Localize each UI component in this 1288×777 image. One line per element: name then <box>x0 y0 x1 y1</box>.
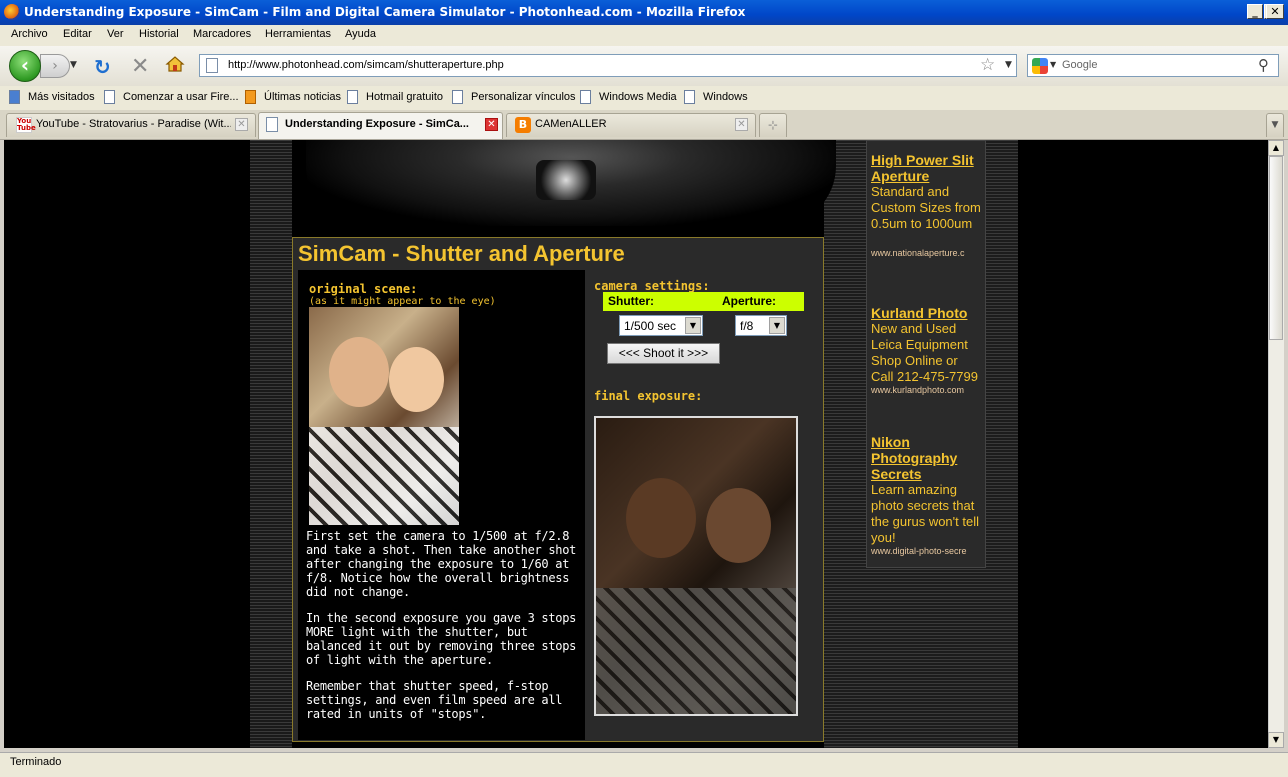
ad-title-link[interactable]: High Power Slit Aperture <box>871 152 983 184</box>
aperture-label: Aperture: <box>722 294 777 308</box>
menu-ver[interactable]: Ver <box>107 28 124 40</box>
ad-url[interactable]: www.kurlandphoto.com <box>871 385 983 395</box>
stop-icon[interactable]: ✕ <box>131 54 149 79</box>
chevron-down-icon[interactable]: ▼ <box>685 317 701 334</box>
camera-viewfinder <box>536 160 596 200</box>
scrollbar-thumb[interactable] <box>1269 156 1283 340</box>
search-bar[interactable]: ▼ Google ⚲ <box>1027 54 1279 77</box>
sweater-pattern <box>596 588 796 714</box>
ad-text: Standard and Custom Sizes from 0.5um to … <box>871 184 981 231</box>
most-visited-icon <box>9 90 20 104</box>
page-icon <box>206 58 218 73</box>
shutter-label: Shutter: <box>608 294 654 308</box>
url-dropdown-icon[interactable]: ▼ <box>1005 60 1012 70</box>
title-bar: Understanding Exposure - SimCam - Film a… <box>0 0 1288 25</box>
shutter-select[interactable]: 1/500 sec ▼ <box>619 315 703 336</box>
menu-herramientas[interactable]: Herramientas <box>265 28 331 40</box>
bookmark-windows-media[interactable]: Windows Media <box>599 91 677 103</box>
ad-text: New and Used Leica Equipment Shop Online… <box>871 321 978 384</box>
shoot-it-button[interactable]: <<< Shoot it >>> <box>607 343 720 364</box>
status-text: Terminado <box>10 756 62 768</box>
status-bar <box>0 752 1288 777</box>
bookmark-star-icon[interactable]: ☆ <box>980 55 995 75</box>
camera-header-image <box>306 140 836 226</box>
final-exposure-label: final exposure: <box>594 389 703 403</box>
youtube-icon: You Tube <box>16 117 36 133</box>
search-input[interactable]: Google <box>1062 59 1097 71</box>
menu-editar[interactable]: Editar <box>63 28 92 40</box>
chevron-down-icon[interactable]: ▼ <box>769 317 785 334</box>
menu-historial[interactable]: Historial <box>139 28 179 40</box>
tab-camenaller-label[interactable]: CAMenALLER <box>535 118 725 130</box>
tab-close-icon[interactable]: ✕ <box>735 118 748 131</box>
page-icon <box>347 90 358 104</box>
search-engine-dropdown-icon[interactable]: ▼ <box>1050 60 1056 69</box>
google-icon[interactable] <box>1032 58 1048 74</box>
ad-url[interactable]: www.nationalaperture.c <box>871 248 983 258</box>
camera-settings-label: camera settings: <box>594 279 710 293</box>
new-tab-button[interactable]: ⊹ <box>759 113 787 137</box>
page-title: SimCam - Shutter and Aperture <box>298 241 625 266</box>
tab-close-icon[interactable]: ✕ <box>485 118 498 131</box>
bookmark-mas-visitados[interactable]: Más visitados <box>28 91 95 103</box>
menu-ayuda[interactable]: Ayuda <box>345 28 376 40</box>
page-icon <box>684 90 695 104</box>
rss-icon <box>245 90 256 104</box>
page-icon <box>580 90 591 104</box>
bookmark-windows[interactable]: Windows <box>703 91 748 103</box>
url-bar[interactable]: http://www.photonhead.com/simcam/shutter… <box>199 54 1017 77</box>
reload-icon[interactable]: ↻ <box>94 55 111 79</box>
tab-youtube-label[interactable]: YouTube - Stratovarius - Paradise (Wit..… <box>36 118 231 130</box>
original-scene-label: original scene: <box>309 282 418 296</box>
ad-url[interactable]: www.digital-photo-secre <box>871 546 983 556</box>
person-face <box>329 337 389 407</box>
tab-list-dropdown-icon[interactable]: ▼ <box>1266 113 1284 137</box>
page-icon <box>104 90 115 104</box>
firefox-icon <box>4 4 20 20</box>
menu-bar: Archivo Editar Ver Historial Marcadores … <box>0 25 1288 46</box>
back-button[interactable]: ‹ <box>9 50 41 82</box>
bookmark-comenzar[interactable]: Comenzar a usar Fire... <box>123 91 239 103</box>
person-face <box>626 478 696 558</box>
instruction-paragraph: First set the camera to 1/500 at f/2.8 a… <box>306 529 577 599</box>
left-stripe-decoration <box>250 140 292 748</box>
history-dropdown-icon[interactable]: ▼ <box>70 60 77 70</box>
scroll-up-icon[interactable]: ▲ <box>1268 140 1284 156</box>
person-face <box>389 347 444 412</box>
home-icon[interactable] <box>165 54 185 74</box>
blogger-icon: B <box>515 117 531 133</box>
scroll-down-icon[interactable]: ▼ <box>1268 732 1284 748</box>
ad-title-link[interactable]: Kurland Photo <box>871 305 983 321</box>
bookmark-personalizar[interactable]: Personalizar vínculos <box>471 91 576 103</box>
ad-title-link[interactable]: Nikon Photography Secrets <box>871 434 983 482</box>
aperture-select[interactable]: f/8 ▼ <box>735 315 787 336</box>
instruction-paragraph: Remember that shutter speed, f-stop sett… <box>306 679 563 721</box>
search-icon[interactable]: ⚲ <box>1258 56 1269 74</box>
final-exposure-photo <box>594 416 798 716</box>
sweater-pattern <box>309 427 459 525</box>
menu-marcadores[interactable]: Marcadores <box>193 28 251 40</box>
page-icon <box>452 90 463 104</box>
menu-archivo[interactable]: Archivo <box>11 28 48 40</box>
window-title: Understanding Exposure - SimCam - Film a… <box>24 5 746 19</box>
tab-active-label[interactable]: Understanding Exposure - SimCa... <box>285 118 483 130</box>
original-scene-photo <box>309 307 459 525</box>
aperture-value[interactable]: f/8 <box>740 319 753 333</box>
close-button[interactable]: ✕ <box>1266 4 1284 19</box>
instruction-paragraph: In the second exposure you gave 3 stops … <box>306 611 577 667</box>
person-face <box>706 488 771 563</box>
url-text[interactable]: http://www.photonhead.com/simcam/shutter… <box>228 59 504 71</box>
original-scene-sublabel: (as it might appear to the eye) <box>309 296 496 307</box>
forward-button[interactable]: › <box>40 54 70 78</box>
bookmark-ultimas-noticias[interactable]: Últimas noticias <box>264 91 341 103</box>
tab-close-icon[interactable]: ✕ <box>235 118 248 131</box>
page-icon <box>266 117 278 132</box>
minimize-button[interactable]: _ <box>1247 4 1263 19</box>
ad-text: Learn amazing photo secrets that the gur… <box>871 482 979 545</box>
bookmark-hotmail[interactable]: Hotmail gratuito <box>366 91 443 103</box>
shutter-value[interactable]: 1/500 sec <box>624 319 676 333</box>
